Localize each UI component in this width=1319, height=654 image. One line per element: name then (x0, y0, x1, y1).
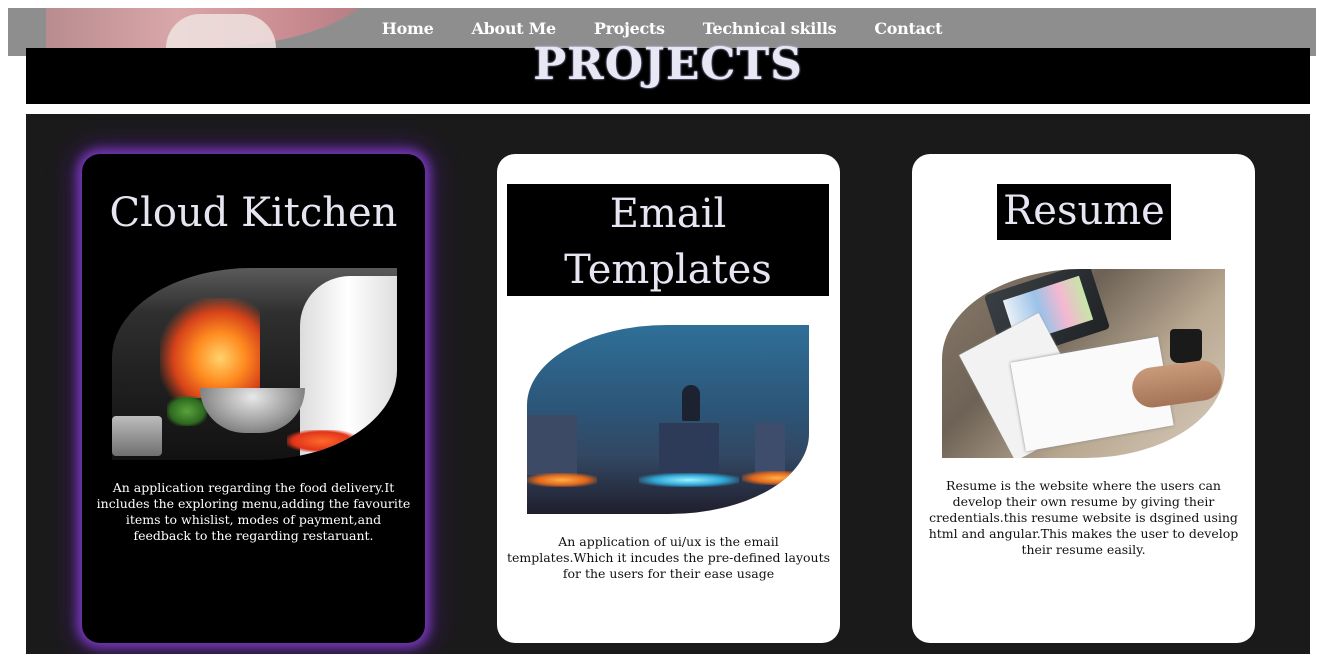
nav-link-projects[interactable]: Projects (594, 19, 665, 38)
project-image-email-templates (527, 325, 809, 514)
stage-block-right (755, 423, 785, 473)
project-title: Resume (997, 184, 1171, 240)
project-description: An application of ui/ux is the email tem… (506, 534, 831, 581)
section-title: PROJECTS (533, 38, 803, 90)
wok (200, 388, 305, 433)
project-description: An application regarding the food delive… (96, 480, 411, 543)
mug (1170, 329, 1202, 363)
nav-link-technical-skills[interactable]: Technical skills (703, 19, 837, 38)
stage-glow-center (639, 473, 739, 487)
project-title: Cloud Kitchen (109, 190, 398, 236)
nav-link-contact[interactable]: Contact (874, 19, 942, 38)
stage-block-left (527, 415, 577, 475)
stage-person (682, 385, 700, 421)
project-card-email-templates[interactable]: Email Templates An application of ui/ux … (497, 154, 840, 643)
nav-link-about-me[interactable]: About Me (472, 19, 557, 38)
project-image-cloud-kitchen (112, 268, 397, 460)
section-title-banner: PROJECTS (26, 39, 1310, 104)
project-image-resume (942, 269, 1225, 458)
project-title: Email Templates (507, 184, 829, 296)
projects-panel: Cloud Kitchen An application regarding t… (26, 114, 1310, 654)
project-card-cloud-kitchen[interactable]: Cloud Kitchen An application regarding t… (82, 154, 425, 643)
stage-glow-left (527, 473, 597, 487)
vegetables (287, 430, 357, 452)
pot (112, 416, 162, 456)
stage-glow-right (742, 471, 809, 485)
flame (160, 298, 260, 398)
project-card-resume[interactable]: Resume Resume is the website where the u… (912, 154, 1255, 643)
nav-link-home[interactable]: Home (382, 19, 434, 38)
stage-block-mid (659, 423, 719, 473)
project-description: Resume is the website where the users ca… (928, 478, 1239, 557)
